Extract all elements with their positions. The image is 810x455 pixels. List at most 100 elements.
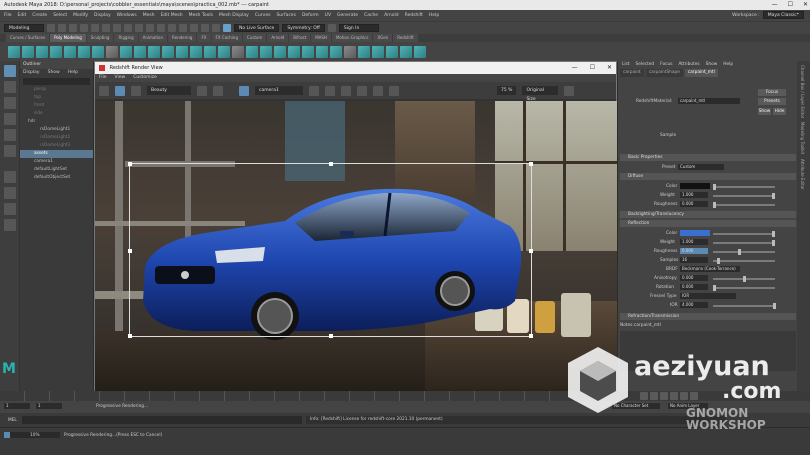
menu-curves[interactable]: Curves: [255, 13, 271, 18]
ae-diffuse-color-slider[interactable]: [713, 184, 775, 190]
select-tool-icon[interactable]: [3, 65, 16, 77]
single-pane-icon[interactable]: [3, 171, 16, 183]
render-region-box[interactable]: [128, 162, 533, 338]
history-icon[interactable]: [179, 24, 187, 32]
render-settings-icon[interactable]: [212, 24, 220, 32]
size-dropdown[interactable]: Original Size: [522, 86, 559, 102]
menu-file[interactable]: File: [4, 13, 12, 18]
outliner-item-defaultobjectset[interactable]: defaultObjectSet: [20, 174, 93, 182]
ae-aniso-field[interactable]: 0.000: [680, 275, 708, 281]
rv-maximize-icon[interactable]: ☐: [590, 62, 595, 74]
ae-menu-attributes[interactable]: Attributes: [678, 61, 699, 69]
menu-generate[interactable]: Generate: [337, 13, 358, 18]
outliner-item-camera1[interactable]: camera1: [20, 158, 93, 166]
menu-redshift[interactable]: Redshift: [405, 13, 423, 18]
menu-edit[interactable]: Edit: [18, 13, 27, 18]
menu-edit-mesh[interactable]: Edit Mesh: [161, 13, 183, 18]
menu-deform[interactable]: Deform: [302, 13, 319, 18]
save-scene-icon[interactable]: [69, 24, 77, 32]
sign-in-button[interactable]: Sign In: [338, 24, 379, 32]
bridge-icon[interactable]: [190, 45, 202, 58]
render-settings-gear-icon[interactable]: [564, 85, 575, 96]
ae-presets-button[interactable]: Presets: [758, 98, 786, 105]
close-icon[interactable]: ✕: [803, 0, 808, 10]
lasso-tool-icon[interactable]: [3, 81, 16, 93]
region-handle[interactable]: [529, 334, 533, 338]
ae-rotation-slider[interactable]: [713, 285, 775, 291]
ae-ior-slider[interactable]: [713, 303, 776, 309]
poly-cylinder-icon[interactable]: [36, 45, 48, 58]
ae-diffuse-roughness-slider[interactable]: [713, 202, 775, 208]
soft-edge-icon[interactable]: [386, 45, 398, 58]
outliner-pane-icon[interactable]: [3, 219, 16, 231]
ae-menu-show[interactable]: Show: [706, 61, 718, 69]
new-scene-icon[interactable]: [47, 24, 55, 32]
tab-channel-box[interactable]: Channel Box / Layer Editor: [800, 65, 805, 118]
current-frame-field[interactable]: 1: [36, 403, 62, 409]
menu-create[interactable]: Create: [32, 13, 47, 18]
rv-minimize-icon[interactable]: —: [572, 62, 578, 74]
menu-mesh[interactable]: Mesh: [143, 13, 155, 18]
go-start-icon[interactable]: [640, 392, 648, 400]
ae-menu-selected[interactable]: Selected: [636, 61, 655, 69]
outliner-item-persp[interactable]: persp: [20, 86, 93, 94]
poly-cone-icon[interactable]: [50, 45, 62, 58]
ae-rotation-field[interactable]: 0.000: [680, 284, 708, 290]
shelf-tab-bifrost[interactable]: Bifrost: [289, 34, 311, 42]
shelf-tab-curves[interactable]: Curves / Surfaces: [6, 34, 50, 42]
tab-modeling-toolkit[interactable]: Modeling Toolkit: [800, 122, 805, 154]
ipr-icon[interactable]: [201, 24, 209, 32]
shelf-tab-custom[interactable]: Custom: [243, 34, 267, 42]
ae-tab-carpaintshape[interactable]: carpaintShape: [645, 69, 683, 77]
snapshot-icon[interactable]: [197, 85, 207, 96]
fill-hole-icon[interactable]: [218, 45, 230, 58]
play-forward-icon[interactable]: [670, 392, 678, 400]
shelf-tab-animation[interactable]: Animation: [138, 34, 168, 42]
render-viewport[interactable]: [95, 101, 618, 392]
compare-icon[interactable]: [213, 85, 223, 96]
connect-icon[interactable]: [260, 45, 272, 58]
ae-section-diffuse[interactable]: Diffuse: [620, 173, 796, 180]
four-pane-icon[interactable]: [3, 187, 16, 199]
color-picker-icon[interactable]: [357, 85, 367, 96]
rotate-tool-icon[interactable]: [3, 129, 16, 141]
center-pivot-icon[interactable]: [414, 45, 426, 58]
camera-lock-icon[interactable]: [239, 85, 249, 96]
region-handle[interactable]: [529, 162, 533, 166]
poly-plane-icon[interactable]: [78, 45, 90, 58]
uv-editor-icon[interactable]: [330, 45, 342, 58]
character-set-dropdown[interactable]: No Character Set: [612, 403, 660, 409]
move-tool-icon[interactable]: [3, 113, 16, 125]
rv-menu-customize[interactable]: Customize: [133, 74, 157, 82]
region-handle[interactable]: [329, 162, 333, 166]
shelf-tab-arnold[interactable]: Arnold: [267, 34, 289, 42]
shelf-tab-xgen[interactable]: XGen: [373, 34, 393, 42]
menu-select[interactable]: Select: [53, 13, 67, 18]
smooth-icon[interactable]: [148, 45, 160, 58]
symmetry-dropdown[interactable]: Symmetry: Off: [282, 24, 325, 32]
ae-refl-roughness-field[interactable]: 0.000: [680, 248, 708, 254]
shelf-tab-rigging[interactable]: Rigging: [114, 34, 138, 42]
go-end-icon[interactable]: [690, 392, 698, 400]
region-handle[interactable]: [128, 249, 132, 253]
shelf-tab-poly-modeling[interactable]: Poly Modeling: [50, 34, 86, 42]
snap-view-icon[interactable]: [168, 24, 176, 32]
poly-disc-icon[interactable]: [92, 45, 104, 58]
cleanup-icon[interactable]: [344, 45, 356, 58]
menu-mesh-tools[interactable]: Mesh Tools: [189, 13, 213, 18]
tab-attribute-editor[interactable]: Attribute Editor: [800, 159, 805, 190]
quad-draw-icon[interactable]: [274, 45, 286, 58]
step-forward-icon[interactable]: [680, 392, 688, 400]
rv-menu-view[interactable]: View: [115, 74, 126, 82]
undo-icon[interactable]: [80, 24, 88, 32]
outliner-menu-show[interactable]: Show: [48, 69, 60, 77]
shelf-tab-redshift[interactable]: Redshift: [393, 34, 418, 42]
poly-cube-icon[interactable]: [22, 45, 34, 58]
hard-edge-icon[interactable]: [400, 45, 412, 58]
retopo-icon[interactable]: [316, 45, 328, 58]
bevel-icon[interactable]: [204, 45, 216, 58]
ae-refl-weight-field[interactable]: 1.000: [680, 239, 708, 245]
ae-diffuse-roughness-field[interactable]: 0.000: [680, 201, 708, 207]
ae-section-reflection[interactable]: Reflection: [620, 220, 796, 227]
ae-menu-list[interactable]: List: [622, 61, 630, 69]
